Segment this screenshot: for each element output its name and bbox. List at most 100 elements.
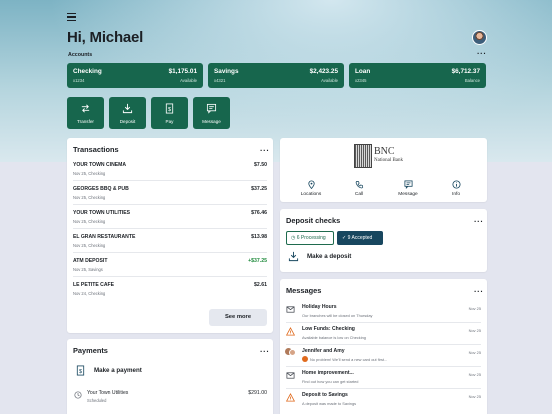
message-date: Nov 25 bbox=[468, 328, 481, 333]
transaction-amount: $13.98 bbox=[251, 234, 267, 240]
transaction-amount: $37.25 bbox=[251, 186, 267, 192]
account-number: x1234 bbox=[73, 78, 85, 83]
transaction-row[interactable]: ATM DEPOSIT Nov 25, Savings +$37.25 bbox=[73, 253, 267, 277]
pay-icon: $ bbox=[165, 103, 174, 114]
phone-icon bbox=[355, 180, 363, 189]
payments-card: Payments ··· $ Make a payment Your Town … bbox=[67, 339, 273, 414]
transaction-detail: Nov 25, Savings bbox=[73, 267, 103, 272]
pay-button[interactable]: $ Pay bbox=[151, 97, 188, 129]
transactions-card: Transactions ··· YOUR TOWN CINEMA Nov 25… bbox=[67, 138, 273, 333]
message-date: Nov 25 bbox=[468, 350, 481, 355]
hamburger-menu-icon[interactable] bbox=[67, 13, 76, 21]
info-button[interactable]: Info bbox=[436, 180, 476, 197]
message-row[interactable]: Home improvement... Find out how you can… bbox=[286, 367, 481, 389]
action-label: Transfer bbox=[77, 119, 94, 124]
transaction-name: ATM DEPOSIT bbox=[73, 258, 108, 264]
transaction-name: LE PETITE CAFE bbox=[73, 282, 115, 288]
deposit-checks-more-icon[interactable]: ··· bbox=[474, 218, 484, 226]
transactions-more-icon[interactable]: ··· bbox=[260, 147, 270, 155]
chat-icon bbox=[403, 180, 413, 189]
locations-button[interactable]: Locations bbox=[291, 180, 331, 197]
bank-card: BNC National Bank Locations Call Message… bbox=[280, 138, 487, 202]
bank-logo-text: BNC bbox=[374, 146, 395, 157]
message-preview: Our branches will be closed on Thursday bbox=[302, 313, 373, 318]
transaction-detail: Nov 24, Checking bbox=[73, 291, 106, 296]
warning-icon bbox=[286, 393, 295, 402]
payment-name: Your Town Utilities bbox=[87, 390, 129, 396]
messages-title: Messages bbox=[286, 286, 322, 295]
message-title: Jennifer and Amy bbox=[302, 348, 345, 354]
profile-avatar[interactable] bbox=[472, 30, 487, 45]
message-button[interactable]: Message bbox=[193, 97, 230, 129]
location-pin-icon bbox=[307, 180, 315, 189]
message-preview: No problem! We'll send a new card out fi… bbox=[310, 357, 388, 362]
message-bank-button[interactable]: Message bbox=[388, 180, 428, 197]
transactions-title: Transactions bbox=[73, 145, 119, 154]
transaction-amount: $7.50 bbox=[254, 162, 267, 168]
make-deposit-label: Make a deposit bbox=[307, 253, 352, 260]
message-date: Nov 25 bbox=[468, 394, 481, 399]
accepted-filter-chip[interactable]: ✓ 9 Accepted bbox=[337, 231, 383, 245]
pay-icon: $ bbox=[76, 365, 85, 376]
transaction-detail: Nov 25, Checking bbox=[73, 219, 106, 224]
transaction-detail: Nov 25, Checking bbox=[73, 171, 106, 176]
deposit-button[interactable]: Deposit bbox=[109, 97, 146, 129]
account-card-savings[interactable]: Savings x4321 $2,423.25 Available bbox=[208, 63, 344, 88]
transaction-row[interactable]: YOUR TOWN UTILITIES Nov 25, Checking $76… bbox=[73, 205, 267, 229]
account-balance: $6,712.37 bbox=[451, 68, 480, 75]
transaction-row[interactable]: GEORGES BBQ & PUB Nov 25, Checking $37.2… bbox=[73, 181, 267, 205]
account-balance: $2,423.25 bbox=[309, 68, 338, 75]
message-date: Nov 25 bbox=[468, 372, 481, 377]
see-more-button[interactable]: See more bbox=[209, 309, 267, 326]
action-label: Deposit bbox=[119, 119, 136, 124]
payments-title: Payments bbox=[73, 346, 108, 355]
deposit-checks-title: Deposit checks bbox=[286, 216, 341, 225]
transaction-detail: Nov 25, Checking bbox=[73, 195, 106, 200]
transaction-row[interactable]: LE PETITE CAFE Nov 24, Checking $2.61 bbox=[73, 277, 267, 301]
deposit-checks-card: Deposit checks ··· ◷ 6 Processing ✓ 9 Ac… bbox=[280, 209, 487, 272]
make-payment-label: Make a payment bbox=[94, 367, 142, 374]
greeting-title: Hi, Michael bbox=[67, 29, 144, 46]
quick-action-label: Locations bbox=[300, 192, 322, 197]
quick-action-label: Info bbox=[451, 192, 460, 197]
quick-action-label: Call bbox=[354, 192, 364, 197]
account-number: x2345 bbox=[355, 78, 367, 83]
transaction-amount: +$37.25 bbox=[248, 258, 267, 264]
transfer-icon bbox=[81, 104, 90, 113]
message-row[interactable]: Jennifer and Amy No problem! We'll send … bbox=[285, 345, 481, 367]
action-label: Message bbox=[202, 119, 221, 124]
account-card-checking[interactable]: Checking x1234 $1,175.01 Available bbox=[67, 63, 203, 88]
payment-row[interactable]: Your Town Utilities Scheduled $291.00 bbox=[73, 385, 267, 409]
messages-more-icon[interactable]: ··· bbox=[474, 288, 484, 296]
balance-type: Available bbox=[180, 78, 197, 83]
account-balance: $1,175.01 bbox=[168, 68, 197, 75]
payment-status: Scheduled bbox=[87, 398, 107, 403]
payments-more-icon[interactable]: ··· bbox=[260, 348, 270, 356]
message-title: Home improvement... bbox=[302, 370, 354, 376]
accounts-label: Accounts bbox=[68, 52, 93, 58]
message-row[interactable]: Deposit to Savings A deposit was made to… bbox=[286, 389, 481, 411]
message-title: Holiday Hours bbox=[302, 304, 337, 310]
processing-filter-chip[interactable]: ◷ 6 Processing bbox=[286, 231, 334, 245]
message-row[interactable]: Holiday Hours Our branches will be close… bbox=[286, 301, 481, 323]
accounts-more-icon[interactable]: ··· bbox=[477, 50, 487, 58]
transfer-button[interactable]: Transfer bbox=[67, 97, 104, 129]
messages-card: Messages ··· Holiday Hours Our branches … bbox=[280, 279, 487, 414]
make-payment-button[interactable]: $ Make a payment bbox=[73, 362, 267, 382]
make-deposit-button[interactable]: Make a deposit bbox=[286, 249, 481, 267]
transaction-row[interactable]: YOUR TOWN CINEMA Nov 25, Checking $7.50 bbox=[73, 157, 267, 181]
bank-building-icon bbox=[354, 144, 372, 168]
bank-logo: BNC National Bank bbox=[354, 144, 410, 170]
message-preview: Available balance is low on Checking bbox=[302, 335, 366, 340]
account-card-loan[interactable]: Loan x2345 $6,712.37 Balance bbox=[349, 63, 486, 88]
transaction-row[interactable]: EL GRAN RESTAURANTE Nov 25, Checking $13… bbox=[73, 229, 267, 253]
transaction-name: YOUR TOWN UTILITIES bbox=[73, 210, 131, 216]
accepted-count: 9 Accepted bbox=[347, 235, 373, 241]
call-button[interactable]: Call bbox=[339, 180, 379, 197]
message-date: Nov 25 bbox=[468, 306, 481, 311]
payment-amount: $291.00 bbox=[248, 390, 267, 396]
message-row[interactable]: Low Funds: Checking Available balance is… bbox=[286, 323, 481, 345]
account-number: x4321 bbox=[214, 78, 226, 83]
clock-icon bbox=[74, 391, 82, 399]
transaction-name: GEORGES BBQ & PUB bbox=[73, 186, 129, 192]
